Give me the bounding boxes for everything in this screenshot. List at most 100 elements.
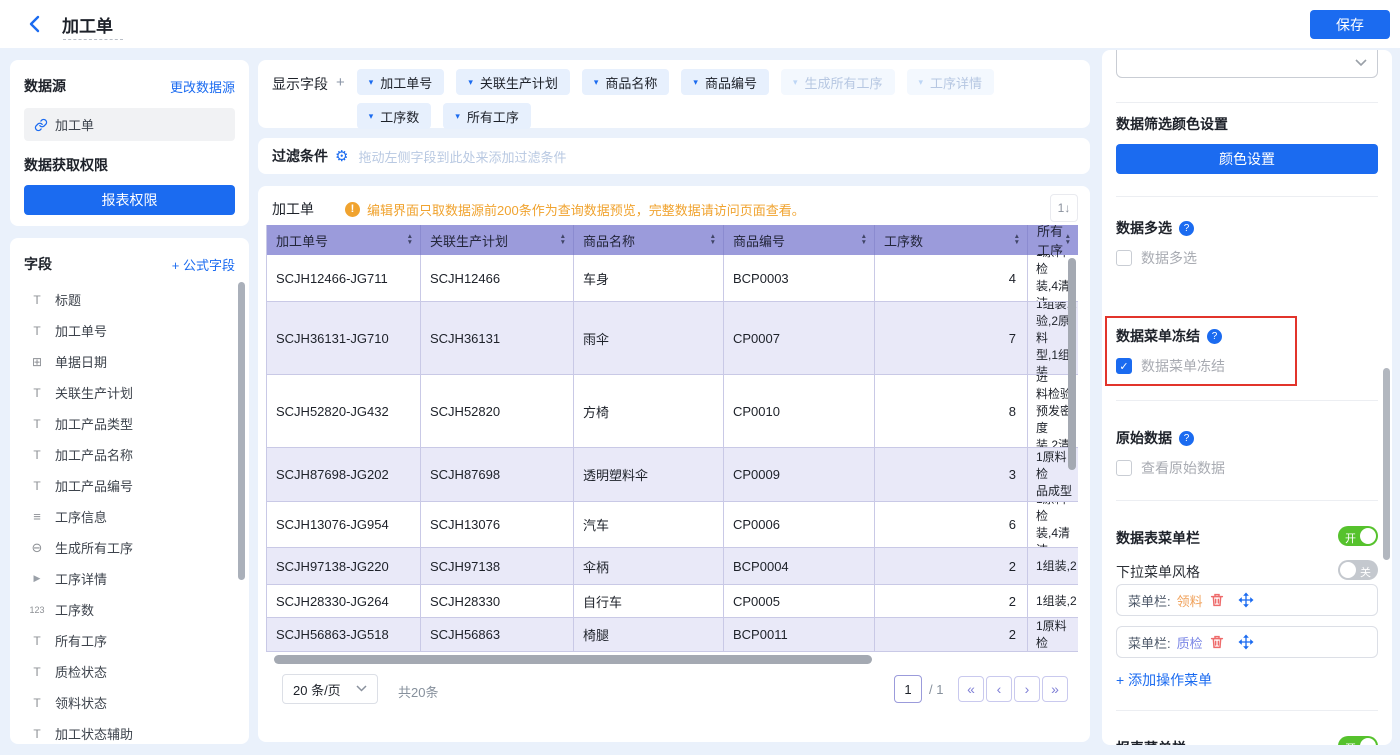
display-field-tag[interactable]: ▾商品名称 (582, 69, 670, 95)
field-item[interactable]: ≡工序信息 (28, 501, 235, 532)
tag-label: 所有工序 (467, 107, 519, 126)
question-icon[interactable]: ? (1179, 221, 1194, 236)
field-item[interactable]: T质检状态 (28, 656, 235, 687)
add-display-field-icon[interactable]: + (336, 74, 345, 91)
multi-select-checkbox-row[interactable]: 数据多选 (1116, 248, 1197, 268)
field-item[interactable]: T加工单号 (28, 315, 235, 346)
last-page-button[interactable]: » (1042, 676, 1068, 702)
trash-icon[interactable] (1209, 634, 1225, 650)
column-header[interactable]: 商品编号▲▼ (724, 225, 875, 255)
field-item[interactable]: 123工序数 (28, 594, 235, 625)
display-field-tag[interactable]: ▾所有工序 (443, 103, 531, 129)
add-action-menu-link[interactable]: + 添加操作菜单 (1116, 670, 1212, 690)
table-row: SCJH28330-JG264SCJH28330自行车CP000521组装,2 (267, 585, 1078, 618)
display-field-tag[interactable]: ▾生成所有工序 (781, 69, 895, 95)
field-item[interactable]: T加工产品类型 (28, 408, 235, 439)
filter-color-title: 数据筛选颜色设置 (1116, 114, 1228, 134)
field-item[interactable]: ⊖生成所有工序 (28, 532, 235, 563)
page-size-select[interactable]: 20 条/页 (282, 674, 378, 704)
first-page-button[interactable]: « (958, 676, 984, 702)
menu-bar-item[interactable]: 菜单栏:质检 (1116, 626, 1378, 658)
caret-down-icon: ▾ (369, 77, 374, 88)
fields-scrollbar[interactable] (238, 282, 245, 580)
field-item[interactable]: T标题 (28, 284, 235, 315)
field-item[interactable]: T加工产品编号 (28, 470, 235, 501)
grid-horizontal-scrollbar[interactable] (274, 655, 872, 664)
column-header[interactable]: 加工单号▲▼ (267, 225, 421, 255)
dropdown-style-toggle[interactable]: 关 (1338, 560, 1378, 580)
page-number-input[interactable]: 1 (894, 675, 922, 703)
gear-icon[interactable]: ⚙ (335, 147, 348, 165)
table-menubar-toggle[interactable]: 开 (1338, 526, 1378, 546)
table-cell: 伞柄 (574, 548, 724, 585)
column-label: 商品编号 (733, 231, 785, 250)
trash-icon[interactable] (1209, 592, 1225, 608)
filter-label: 过滤条件 (272, 146, 328, 166)
datasource-item-label: 加工单 (55, 115, 94, 134)
change-datasource-link[interactable]: 更改数据源 (170, 77, 235, 96)
sort-order-icon[interactable]: 1↓ (1050, 194, 1078, 222)
add-formula-field-link[interactable]: + 公式字段 (172, 255, 235, 274)
grid-vertical-scrollbar[interactable] (1068, 258, 1076, 470)
display-field-tag[interactable]: ▾工序数 (357, 103, 432, 129)
color-settings-button[interactable]: 颜色设置 (1116, 144, 1378, 174)
filter-panel[interactable]: 过滤条件 ⚙ 拖动左侧字段到此处来添加过滤条件 (258, 138, 1090, 174)
save-button[interactable]: 保存 (1310, 10, 1390, 39)
column-sort-icon: ▲▼ (1014, 234, 1020, 246)
table-cell: 1组装,2 (1028, 585, 1078, 618)
divider (1116, 400, 1378, 401)
sort-desc-icon: ▼ (1014, 240, 1020, 246)
display-field-tag[interactable]: ▾工序详情 (907, 69, 995, 95)
number-icon: 123 (28, 605, 46, 615)
table-cell: BCP0011 (724, 618, 875, 652)
question-icon[interactable]: ? (1207, 329, 1222, 344)
field-item[interactable]: ▶工序详情 (28, 563, 235, 594)
field-label: 关联生产计划 (55, 383, 133, 402)
next-page-button[interactable]: › (1014, 676, 1040, 702)
table-row: SCJH36131-JG710SCJH36131雨伞CP000771组装,2 验… (267, 302, 1078, 375)
datasource-item[interactable]: 加工单 (24, 108, 235, 141)
settings-scrollbar[interactable] (1383, 368, 1390, 560)
back-chevron-icon[interactable] (26, 14, 46, 34)
menu-bar-item[interactable]: 菜单栏:领料 (1116, 584, 1378, 616)
column-sort-icon: ▲▼ (1065, 234, 1071, 246)
move-icon[interactable] (1238, 592, 1254, 608)
checkbox-unchecked[interactable] (1116, 250, 1132, 266)
report-permission-button[interactable]: 报表权限 (24, 185, 235, 215)
table-row: SCJH52820-JG432SCJH52820方椅CP001081原料进 料检… (267, 375, 1078, 448)
menu-freeze-checkbox-row[interactable]: ✓ 数据菜单冻结 (1116, 356, 1225, 376)
field-item[interactable]: T加工产品名称 (28, 439, 235, 470)
column-header[interactable]: 工序数 ▲▼ (875, 225, 1028, 255)
toggle-on-label: 开 (1345, 740, 1356, 746)
move-icon[interactable] (1238, 634, 1254, 650)
prev-page-button[interactable]: ‹ (986, 676, 1012, 702)
table-cell: SCJH52820-JG432 (267, 375, 421, 448)
field-item[interactable]: T领料状态 (28, 687, 235, 718)
column-label: 所有工序 (1037, 225, 1065, 255)
fields-title: 字段 (24, 254, 52, 274)
table-title: 加工单 (272, 199, 314, 219)
field-item[interactable]: T加工状态辅助 (28, 718, 235, 744)
column-header[interactable]: 所有工序▲▼ (1028, 225, 1078, 255)
checkbox-checked[interactable]: ✓ (1116, 358, 1132, 374)
table-cell: 4 (875, 255, 1028, 302)
caret-down-icon: ▾ (594, 77, 599, 88)
text-icon: T (28, 696, 46, 710)
display-field-tag[interactable]: ▾关联生产计划 (456, 69, 570, 95)
field-item[interactable]: T关联生产计划 (28, 377, 235, 408)
raw-data-checkbox-row[interactable]: 查看原始数据 (1116, 458, 1225, 478)
column-label: 工序数 (884, 231, 923, 250)
display-field-tag[interactable]: ▾商品编号 (681, 69, 769, 95)
toggle-on-label: 开 (1345, 530, 1356, 546)
column-header[interactable]: 关联生产计划▲▼ (421, 225, 574, 255)
field-label: 工序详情 (55, 569, 107, 588)
column-header[interactable]: 商品名称▲▼ (574, 225, 724, 255)
field-item[interactable]: T所有工序 (28, 625, 235, 656)
settings-select[interactable] (1116, 50, 1378, 78)
report-menubar-toggle[interactable]: 开 (1338, 736, 1378, 745)
checkbox-unchecked[interactable] (1116, 460, 1132, 476)
question-icon[interactable]: ? (1179, 431, 1194, 446)
field-item[interactable]: ⊞单据日期 (28, 346, 235, 377)
table-row: SCJH87698-JG202SCJH87698透明塑料伞CP000931原料检… (267, 448, 1078, 502)
display-field-tag[interactable]: ▾加工单号 (357, 69, 445, 95)
